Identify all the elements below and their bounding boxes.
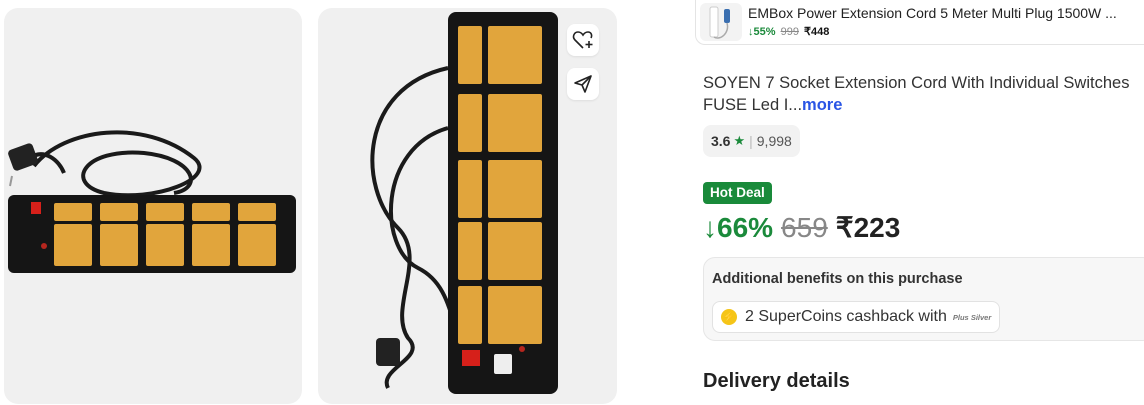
price-row: ↓66% 659 ₹223 — [703, 211, 900, 244]
selling-price: ₹223 — [835, 212, 901, 243]
rating-value: 3.6 — [711, 133, 731, 149]
additional-benefits-card: Additional benefits on this purchase ⚡ 2… — [703, 257, 1144, 341]
related-product-card[interactable]: EMBox Power Extension Cord 5 Meter Multi… — [695, 0, 1144, 45]
rating-separator: | — [749, 133, 753, 149]
share-icon — [574, 75, 592, 93]
hot-deal-badge: Hot Deal — [703, 182, 772, 204]
extension-cord-thumbnail-image — [709, 6, 730, 39]
original-price: 659 — [781, 212, 828, 243]
share-button[interactable] — [567, 68, 599, 100]
rating-badge[interactable]: 3.6 ★ | 9,998 — [703, 125, 800, 157]
supercoins-text: 2 SuperCoins cashback with — [745, 308, 947, 325]
related-product-mrp: 999 — [780, 26, 799, 38]
discount-percent: ↓66% — [703, 212, 774, 243]
related-product-selling-price: ₹448 — [804, 26, 830, 38]
product-title-text: SOYEN 7 Socket Extension Cord With Indiv… — [703, 74, 1130, 114]
supercoins-cashback-pill[interactable]: ⚡ 2 SuperCoins cashback with Plus Silver — [712, 301, 1001, 333]
plus-silver-logo: Plus Silver — [952, 312, 992, 322]
more-link[interactable]: more — [802, 96, 842, 114]
extension-board-horizontal-image — [8, 130, 296, 273]
delivery-details-heading: Delivery details — [703, 370, 850, 392]
product-image-1[interactable] — [4, 8, 302, 404]
rating-count: 9,998 — [756, 133, 792, 149]
related-product-thumbnail — [700, 3, 742, 41]
star-icon: ★ — [733, 133, 746, 148]
product-title: SOYEN 7 Socket Extension Cord With Indiv… — [703, 72, 1143, 116]
related-product-price: ↓55% 999 ₹448 — [748, 25, 829, 38]
related-product-discount: ↓55% — [748, 26, 776, 38]
heart-plus-icon — [572, 31, 593, 49]
wishlist-button[interactable] — [567, 24, 599, 56]
benefits-title: Additional benefits on this purchase — [712, 271, 963, 287]
related-product-title: EMBox Power Extension Cord 5 Meter Multi… — [748, 5, 1117, 21]
supercoin-icon: ⚡ — [721, 309, 737, 325]
